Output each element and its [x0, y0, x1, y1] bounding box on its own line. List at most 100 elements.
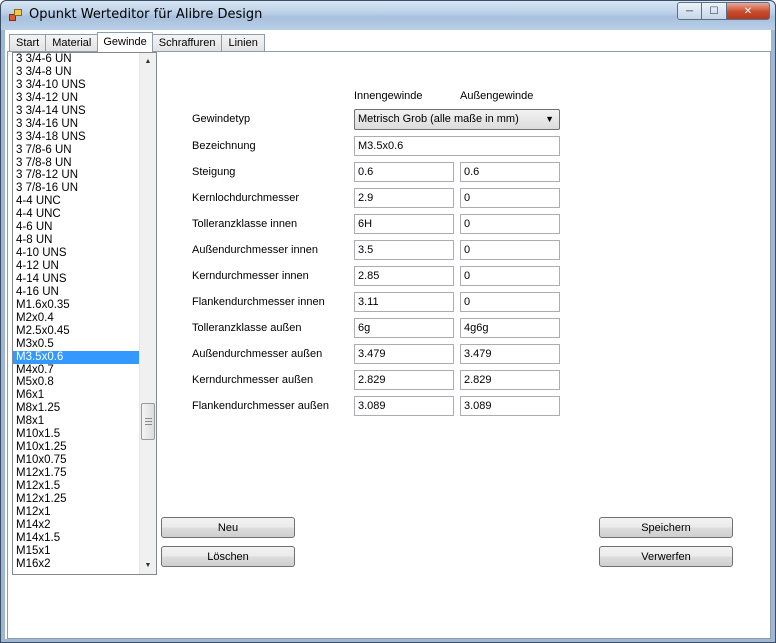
thread-list-item[interactable]: 4-16 UN: [13, 286, 140, 299]
thread-list-item[interactable]: 3 3/4-8 UN: [13, 66, 140, 79]
thread-list-item[interactable]: 4-8 UN: [13, 234, 140, 247]
verwerfen-button[interactable]: Verwerfen: [599, 546, 733, 567]
thread-list-item[interactable]: 3 3/4-6 UN: [13, 53, 140, 66]
minimize-button[interactable]: ─: [677, 2, 702, 20]
thread-list-item[interactable]: 3 7/8-12 UN: [13, 169, 140, 182]
thread-list-item[interactable]: M1.6x0.35: [13, 299, 140, 312]
thread-list-item[interactable]: 4-4 UNC: [13, 208, 140, 221]
scroll-down-icon[interactable]: ▼: [140, 557, 156, 574]
minimize-icon: ─: [685, 5, 694, 17]
thread-list-item[interactable]: 3 3/4-18 UNS: [13, 131, 140, 144]
outer-value-field[interactable]: 0: [460, 266, 560, 286]
chevron-down-icon: ▼: [545, 114, 554, 124]
thread-list-item[interactable]: M12x1: [13, 506, 140, 519]
inner-value-field[interactable]: 2.9: [354, 188, 454, 208]
thread-list-item[interactable]: M6x1: [13, 389, 140, 402]
thread-list-item[interactable]: M10x0.75: [13, 454, 140, 467]
app-icon: [9, 9, 23, 21]
thread-list-item[interactable]: 4-4 UNC: [13, 195, 140, 208]
form-row-label: Flankendurchmesser innen: [192, 296, 325, 308]
thread-list-item[interactable]: M12x1.25: [13, 493, 140, 506]
outer-value-field[interactable]: 0: [460, 214, 560, 234]
loeschen-button[interactable]: Löschen: [161, 546, 295, 567]
tab-gewinde[interactable]: Gewinde: [97, 32, 153, 52]
scrollbar-thumb[interactable]: [141, 403, 155, 440]
thread-list-item[interactable]: M10x1.5: [13, 428, 140, 441]
outer-value-field[interactable]: 3.089: [460, 396, 560, 416]
neu-button[interactable]: Neu: [161, 517, 295, 538]
outer-value-field[interactable]: 0: [460, 240, 560, 260]
window-title: Opunkt Werteditor für Alibre Design: [29, 7, 263, 22]
inner-value-field[interactable]: 3.11: [354, 292, 454, 312]
form-row-label: Kerndurchmesser innen: [192, 270, 309, 282]
thread-list-item[interactable]: M8x1: [13, 415, 140, 428]
bezeichnung-field[interactable]: M3.5x0.6: [354, 136, 560, 156]
inner-value-field[interactable]: 3.479: [354, 344, 454, 364]
app-window: Opunkt Werteditor für Alibre Design ─ ☐ …: [0, 0, 776, 643]
thread-list-item[interactable]: M4x0.7: [13, 364, 140, 377]
gewindetyp-select[interactable]: Metrisch Grob (alle maße in mm) ▼: [354, 109, 560, 130]
outer-value-field[interactable]: 4g6g: [460, 318, 560, 338]
thread-list-item[interactable]: 3 3/4-12 UN: [13, 92, 140, 105]
inner-value-field[interactable]: 2.829: [354, 370, 454, 390]
form-row-label: Kernlochdurchmesser: [192, 192, 299, 204]
thread-list-item[interactable]: M5x0.8: [13, 376, 140, 389]
close-button[interactable]: ✕: [726, 2, 770, 20]
thread-list-item[interactable]: M10x1.25: [13, 441, 140, 454]
inner-value-field[interactable]: 6H: [354, 214, 454, 234]
form-row-label: Außendurchmesser außen: [192, 348, 323, 360]
inner-value-field[interactable]: 2.85: [354, 266, 454, 286]
outer-value-field[interactable]: 3.479: [460, 344, 560, 364]
thread-list-item[interactable]: M8x1.25: [13, 402, 140, 415]
thread-list-item[interactable]: M12x1.75: [13, 467, 140, 480]
thread-list-item[interactable]: M3.5x0.6: [13, 350, 140, 364]
inner-value-field[interactable]: 3.5: [354, 240, 454, 260]
speichern-button[interactable]: Speichern: [599, 517, 733, 538]
thread-list-item[interactable]: M14x1.5: [13, 532, 140, 545]
inner-value-field[interactable]: 6g: [354, 318, 454, 338]
inner-value-field[interactable]: 0.6: [354, 162, 454, 182]
thread-list-item[interactable]: M12x1.5: [13, 480, 140, 493]
thread-list-item[interactable]: M14x2: [13, 519, 140, 532]
tab-start[interactable]: Start: [9, 34, 47, 52]
thread-list-item[interactable]: 3 3/4-16 UN: [13, 118, 140, 131]
tab-material[interactable]: Material: [45, 34, 99, 52]
thread-list-item[interactable]: 3 7/8-6 UN: [13, 144, 140, 157]
tab-linien[interactable]: Linien: [221, 34, 265, 52]
scroll-up-icon[interactable]: ▲: [140, 53, 156, 70]
outer-value-field[interactable]: 2.829: [460, 370, 560, 390]
outer-value-field[interactable]: 0: [460, 188, 560, 208]
thread-list-item[interactable]: 4-12 UN: [13, 260, 140, 273]
form-row-label: Außendurchmesser innen: [192, 244, 318, 256]
close-icon: ✕: [743, 5, 753, 17]
form-row-label: Tolleranzklasse außen: [192, 322, 302, 334]
bezeichnung-label: Bezeichnung: [192, 140, 256, 152]
thread-list-item[interactable]: M3x0.5: [13, 338, 140, 351]
gewindetyp-label: Gewindetyp: [192, 113, 251, 125]
maximize-icon: ☐: [709, 5, 719, 17]
maximize-button[interactable]: ☐: [701, 2, 727, 20]
thread-list-item[interactable]: 4-6 UN: [13, 221, 140, 234]
thread-list-item[interactable]: 3 7/8-16 UN: [13, 182, 140, 195]
thread-list-item[interactable]: M2x0.4: [13, 312, 140, 325]
form-row-label: Steigung: [192, 166, 236, 178]
thread-list-item[interactable]: 4-14 UNS: [13, 273, 140, 286]
thread-list-item[interactable]: 4-10 UNS: [13, 247, 140, 260]
inner-value-field[interactable]: 3.089: [354, 396, 454, 416]
outer-value-field[interactable]: 0.6: [460, 162, 560, 182]
list-scrollbar[interactable]: ▲ ▼: [139, 53, 156, 574]
tab-schraffuren[interactable]: Schraffuren: [151, 34, 223, 52]
thread-list-item[interactable]: M2.5x0.45: [13, 325, 140, 338]
gewinde-tab-panel: 3 3/4-6 UN 3 3/4-8 UN 3 3/4-10 UNS 3 3/4-12…: [7, 51, 771, 639]
outer-value-field[interactable]: 0: [460, 292, 560, 312]
thread-listbox[interactable]: 3 3/4-6 UN 3 3/4-8 UN 3 3/4-10 UNS 3 3/4-12…: [12, 52, 157, 575]
column-header-outer: Außengewinde: [460, 90, 534, 102]
thread-list-item[interactable]: M15x1: [13, 545, 140, 558]
thread-list-item[interactable]: M16x2: [13, 558, 140, 571]
tab-strip: Start Material Gewinde Schraffuren Linie…: [9, 32, 265, 52]
title-bar[interactable]: Opunkt Werteditor für Alibre Design ─ ☐ …: [1, 1, 775, 30]
thread-list-item[interactable]: 3 3/4-10 UNS: [13, 79, 140, 92]
gewindetyp-value: Metrisch Grob (alle maße in mm): [358, 113, 519, 125]
thread-list-item[interactable]: 3 7/8-8 UN: [13, 157, 140, 170]
thread-list-item[interactable]: 3 3/4-14 UNS: [13, 105, 140, 118]
